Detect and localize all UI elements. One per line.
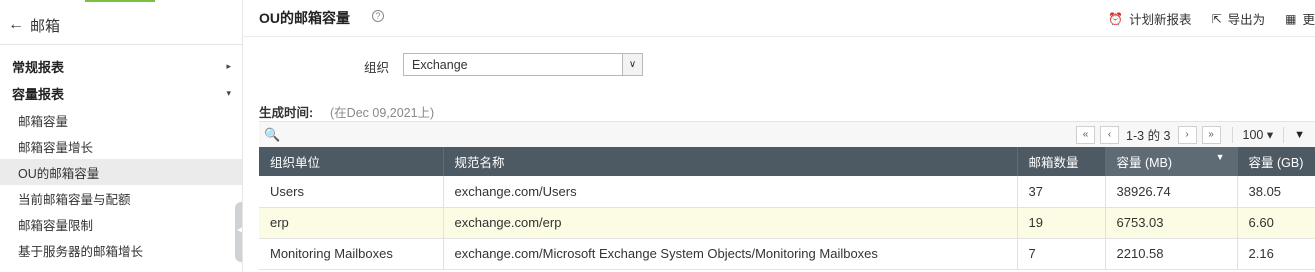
first-page-icon[interactable]: « (1076, 125, 1096, 144)
help-icon[interactable]: ? (372, 10, 384, 22)
export-icon: ⇱ (1211, 11, 1222, 26)
sidebar-item-server-growth[interactable]: 基于服务器的邮箱增长 (0, 237, 242, 263)
clock-gear-icon: ⏰ (1108, 11, 1124, 26)
pager-separator (1283, 126, 1285, 143)
cell-size-mb: 2210.58 (1105, 238, 1238, 270)
pager: « ‹ 1-3 的 3 › » 100 ▾ ▼ (1076, 125, 1315, 144)
cell-mailbox-count: 19 (1017, 207, 1106, 239)
column-header-mailbox-count[interactable]: 邮箱数量 (1017, 147, 1106, 176)
cell-size-gb: 38.05 (1237, 176, 1315, 208)
caret-down-icon: ▾ (226, 87, 231, 98)
cell-canonical-name: exchange.com/Users (443, 176, 1018, 208)
action-label: 导出为 (1227, 13, 1266, 27)
cell-ou: Users (259, 176, 444, 208)
cell-size-gb: 2.16 (1237, 238, 1315, 270)
top-actions: ⏰ 计划新报表 ⇱ 导出为 ▦ 更 (1088, 9, 1315, 28)
more-icon: ▦ (1285, 11, 1297, 26)
header-divider (243, 36, 1315, 37)
column-label: 容量 (MB) (1116, 156, 1173, 170)
last-page-icon[interactable]: » (1201, 125, 1221, 144)
table-header-row: 组织单位 规范名称 邮箱数量 容量 (MB) ▼ 容量 (GB) (259, 147, 1315, 176)
sidebar-item-current-size-quota[interactable]: 当前邮箱容量与配额 (0, 185, 242, 211)
table-row[interactable]: Monitoring Mailboxes exchange.com/Micros… (259, 238, 1315, 270)
page-size-value: 100 (1242, 128, 1264, 142)
section-label: 容量报表 (12, 86, 65, 102)
action-label: 计划新报表 (1129, 13, 1192, 27)
sidebar-item-label: 基于服务器的邮箱增长 (18, 244, 144, 259)
sidebar: ← 邮箱 常规报表 ▸ 容量报表 ▾ 邮箱容量 邮箱容量增长 OU的邮箱容量 当… (0, 0, 243, 272)
sidebar-item-label: 邮箱容量限制 (18, 218, 94, 233)
pager-separator (1231, 126, 1233, 143)
collapse-arrow-icon: ◀ (237, 225, 243, 234)
page-range: 1-3 的 3 (1126, 129, 1171, 143)
sidebar-item-label: 邮箱容量增长 (18, 140, 94, 155)
caret-right-icon: ▸ (226, 60, 231, 71)
sidebar-item-size-limits[interactable]: 邮箱容量限制 (0, 211, 242, 237)
page-title: OU的邮箱容量 (259, 10, 350, 26)
export-button[interactable]: ⇱ 导出为 (1212, 9, 1266, 28)
sidebar-section-capacity-reports[interactable]: 容量报表 ▾ (0, 80, 242, 106)
sidebar-item-label: OU的邮箱容量 (18, 166, 100, 181)
cell-mailbox-count: 7 (1017, 238, 1106, 270)
more-button[interactable]: ▦ 更 (1285, 9, 1315, 28)
org-select-value: Exchange (412, 57, 468, 72)
chevron-down-icon[interactable]: ∨ (622, 54, 642, 75)
cell-ou: erp (259, 207, 444, 239)
schedule-report-button[interactable]: ⏰ 计划新报表 (1108, 9, 1191, 28)
org-select[interactable]: Exchange ∨ (403, 53, 643, 76)
sidebar-item-label: 当前邮箱容量与配额 (18, 192, 131, 207)
section-label: 常规报表 (12, 59, 65, 75)
cell-ou: Monitoring Mailboxes (259, 238, 444, 270)
cell-canonical-name: exchange.com/Microsoft Exchange System O… (443, 238, 1018, 270)
sidebar-item-mailbox-size[interactable]: 邮箱容量 (0, 107, 242, 133)
action-label: 更 (1302, 13, 1315, 27)
sidebar-collapse-handle[interactable]: ◀ (235, 202, 243, 262)
column-header-size-gb[interactable]: 容量 (GB) (1237, 147, 1315, 176)
sort-desc-icon: ▼ (1215, 152, 1225, 162)
table-row[interactable]: Users exchange.com/Users 37 38926.74 38.… (259, 176, 1315, 208)
column-header-canonical-name[interactable]: 规范名称 (443, 147, 1018, 176)
back-arrow-icon: ← (8, 16, 24, 33)
org-label: 组织 (364, 61, 390, 75)
cell-size-mb: 38926.74 (1105, 176, 1238, 208)
sidebar-divider (0, 44, 242, 45)
cell-canonical-name: exchange.com/erp (443, 207, 1018, 239)
cell-size-mb: 6753.03 (1105, 207, 1238, 239)
column-header-size-mb[interactable]: 容量 (MB) ▼ (1105, 147, 1238, 176)
active-tab-indicator (85, 0, 155, 2)
filter-icon[interactable]: ▼ (1294, 129, 1305, 141)
search-icon[interactable]: 🔍 (264, 127, 280, 143)
sidebar-item-ou-mailbox-size[interactable]: OU的邮箱容量 (0, 159, 242, 185)
report-table: 组织单位 规范名称 邮箱数量 容量 (MB) ▼ 容量 (GB) Users ex… (259, 147, 1315, 270)
cell-mailbox-count: 37 (1017, 176, 1106, 208)
cell-size-gb: 6.60 (1237, 207, 1315, 239)
prev-page-icon[interactable]: ‹ (1100, 125, 1120, 144)
generated-value: (在Dec 09,2021上) (330, 106, 435, 120)
sidebar-section-general-reports[interactable]: 常规报表 ▸ (0, 53, 242, 79)
back-button[interactable]: ← 邮箱 (8, 12, 60, 38)
column-header-ou[interactable]: 组织单位 (259, 147, 444, 176)
table-row[interactable]: erp exchange.com/erp 19 6753.03 6.60 (259, 207, 1315, 239)
next-page-icon[interactable]: › (1177, 125, 1197, 144)
sidebar-item-mailbox-size-growth[interactable]: 邮箱容量增长 (0, 133, 242, 159)
page-size-select[interactable]: 100 ▾ (1243, 127, 1274, 142)
table-toolbar: 🔍 « ‹ 1-3 的 3 › » 100 ▾ ▼ (259, 121, 1315, 147)
sidebar-title: 邮箱 (30, 17, 61, 35)
sidebar-item-label: 邮箱容量 (18, 114, 69, 129)
generated-label: 生成时间: (259, 106, 314, 120)
